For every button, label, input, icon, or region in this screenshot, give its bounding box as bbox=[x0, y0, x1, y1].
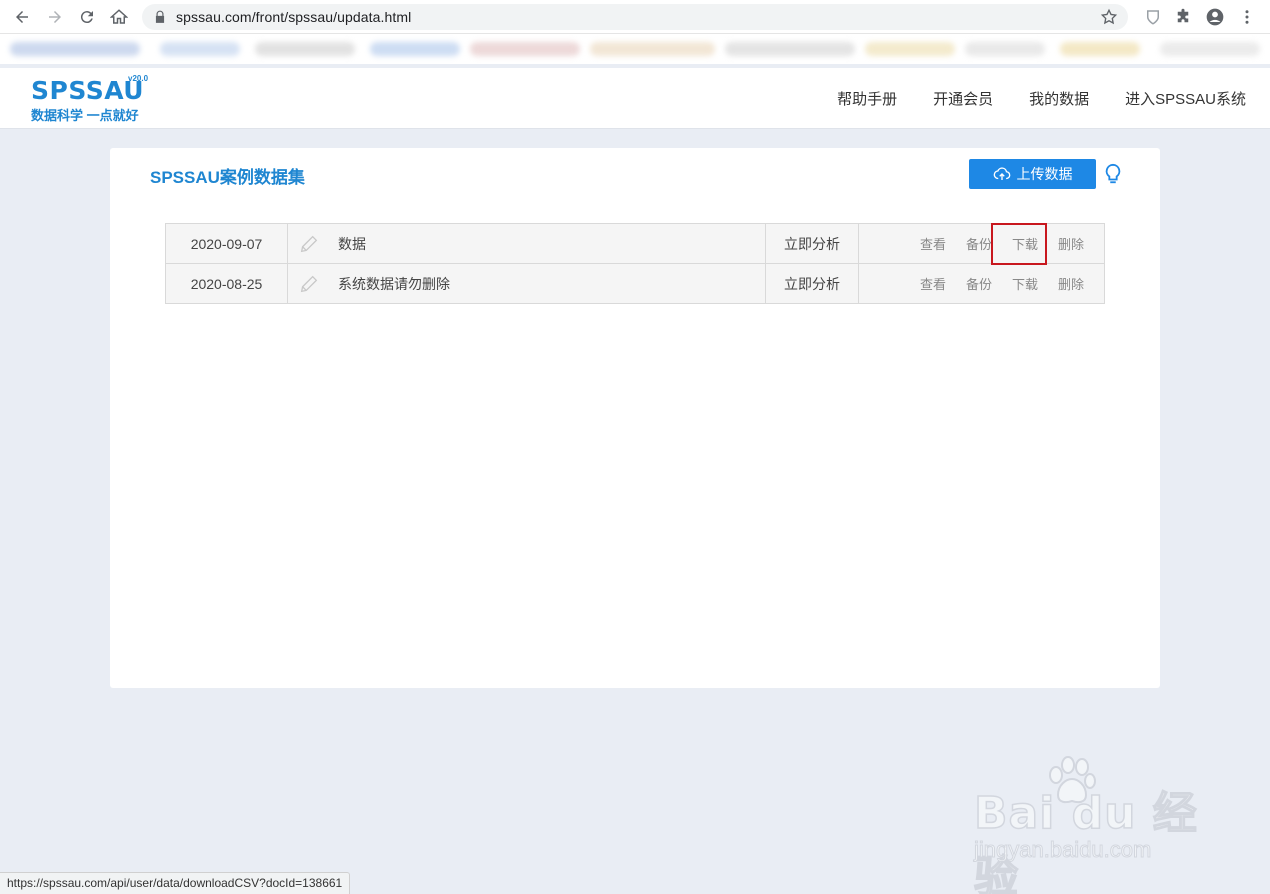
account-icon[interactable] bbox=[1205, 7, 1225, 27]
watermark-main: Bai du 经验 bbox=[973, 787, 1198, 894]
dataset-panel: SPSSAU案例数据集 上传数据 2020-09-07 数据 立即分析 查看 备… bbox=[110, 148, 1160, 688]
bookmark-item[interactable] bbox=[865, 42, 955, 56]
bookmark-item[interactable] bbox=[1160, 42, 1260, 56]
logo-slogan: 数据科学 一点就好 bbox=[31, 108, 139, 123]
url-text: spssau.com/front/spssau/updata.html bbox=[176, 9, 412, 25]
row-ops-cell: 查看 备份 下载 删除 bbox=[858, 263, 1105, 304]
nav-enter-system[interactable]: 进入SPSSAU系统 bbox=[1125, 88, 1246, 109]
panel-title: SPSSAU案例数据集 bbox=[150, 168, 305, 187]
lock-icon bbox=[155, 10, 165, 23]
bookmarks-bar bbox=[0, 34, 1270, 64]
backup-link[interactable]: 备份 bbox=[966, 234, 992, 253]
table-row: 2020-09-07 数据 立即分析 查看 备份 下载 删除 bbox=[165, 223, 1105, 264]
pencil-icon[interactable] bbox=[298, 273, 320, 295]
watermark-sub: jingyan.baidu.com bbox=[973, 837, 1152, 863]
cloud-upload-icon bbox=[993, 167, 1010, 180]
lightbulb-icon[interactable] bbox=[1104, 163, 1122, 185]
row-name: 数据 bbox=[338, 235, 366, 252]
bookmark-item[interactable] bbox=[470, 42, 580, 56]
bookmark-item[interactable] bbox=[160, 42, 240, 56]
view-link[interactable]: 查看 bbox=[920, 234, 946, 253]
row-name-cell: 数据 bbox=[287, 223, 766, 264]
menu-dots-icon[interactable] bbox=[1237, 7, 1257, 27]
logo-version: v20.0 bbox=[128, 74, 149, 83]
top-nav: 帮助手册 开通会员 我的数据 进入SPSSAU系统 bbox=[837, 88, 1246, 109]
shield-extension-icon[interactable] bbox=[1143, 7, 1163, 27]
status-bar-url: https://spssau.com/api/user/data/downloa… bbox=[0, 872, 351, 894]
row-name: 系统数据请勿删除 bbox=[338, 275, 450, 292]
upload-data-label: 上传数据 bbox=[1016, 166, 1073, 182]
browser-toolbar: spssau.com/front/spssau/updata.html bbox=[0, 0, 1270, 34]
pencil-icon[interactable] bbox=[298, 233, 320, 255]
nav-help[interactable]: 帮助手册 bbox=[837, 88, 897, 109]
row-name-cell: 系统数据请勿删除 bbox=[287, 263, 766, 304]
analyze-link[interactable]: 立即分析 bbox=[765, 263, 859, 304]
bookmark-item[interactable] bbox=[1060, 42, 1140, 56]
row-date: 2020-09-07 bbox=[165, 223, 288, 264]
download-link[interactable]: 下载 bbox=[1012, 274, 1038, 293]
home-icon[interactable] bbox=[108, 6, 130, 28]
row-ops-cell: 查看 备份 下载 删除 bbox=[858, 223, 1105, 264]
backup-link[interactable]: 备份 bbox=[966, 274, 992, 293]
site-logo[interactable]: SPSSAU v20.0 数据科学 一点就好 bbox=[31, 74, 151, 124]
analyze-link[interactable]: 立即分析 bbox=[765, 223, 859, 264]
baidu-jingyan-watermark: Bai du 经验 jingyan.baidu.com bbox=[970, 755, 1210, 894]
delete-link[interactable]: 删除 bbox=[1058, 234, 1084, 253]
nav-my-data[interactable]: 我的数据 bbox=[1029, 88, 1089, 109]
table-row: 2020-08-25 系统数据请勿删除 立即分析 查看 备份 下载 删除 bbox=[165, 263, 1105, 304]
bookmark-item[interactable] bbox=[590, 42, 715, 56]
bookmark-star-icon[interactable] bbox=[1100, 8, 1118, 26]
bookmark-item[interactable] bbox=[725, 42, 855, 56]
forward-icon[interactable] bbox=[44, 6, 66, 28]
dataset-table: 2020-09-07 数据 立即分析 查看 备份 下载 删除 2020-08-2… bbox=[165, 223, 1105, 304]
reload-icon[interactable] bbox=[76, 6, 98, 28]
address-bar[interactable]: spssau.com/front/spssau/updata.html bbox=[142, 4, 1128, 30]
bookmark-item[interactable] bbox=[965, 42, 1045, 56]
row-date: 2020-08-25 bbox=[165, 263, 288, 304]
bookmark-item[interactable] bbox=[255, 42, 355, 56]
delete-link[interactable]: 删除 bbox=[1058, 274, 1084, 293]
puzzle-extension-icon[interactable] bbox=[1173, 7, 1193, 27]
site-header: SPSSAU v20.0 数据科学 一点就好 帮助手册 开通会员 我的数据 进入… bbox=[0, 68, 1270, 129]
view-link[interactable]: 查看 bbox=[920, 274, 946, 293]
upload-data-button[interactable]: 上传数据 bbox=[969, 159, 1096, 189]
bookmark-item[interactable] bbox=[10, 42, 140, 56]
bookmark-item[interactable] bbox=[370, 42, 460, 56]
nav-membership[interactable]: 开通会员 bbox=[933, 88, 993, 109]
download-link[interactable]: 下载 bbox=[1012, 234, 1038, 253]
back-icon[interactable] bbox=[11, 6, 33, 28]
